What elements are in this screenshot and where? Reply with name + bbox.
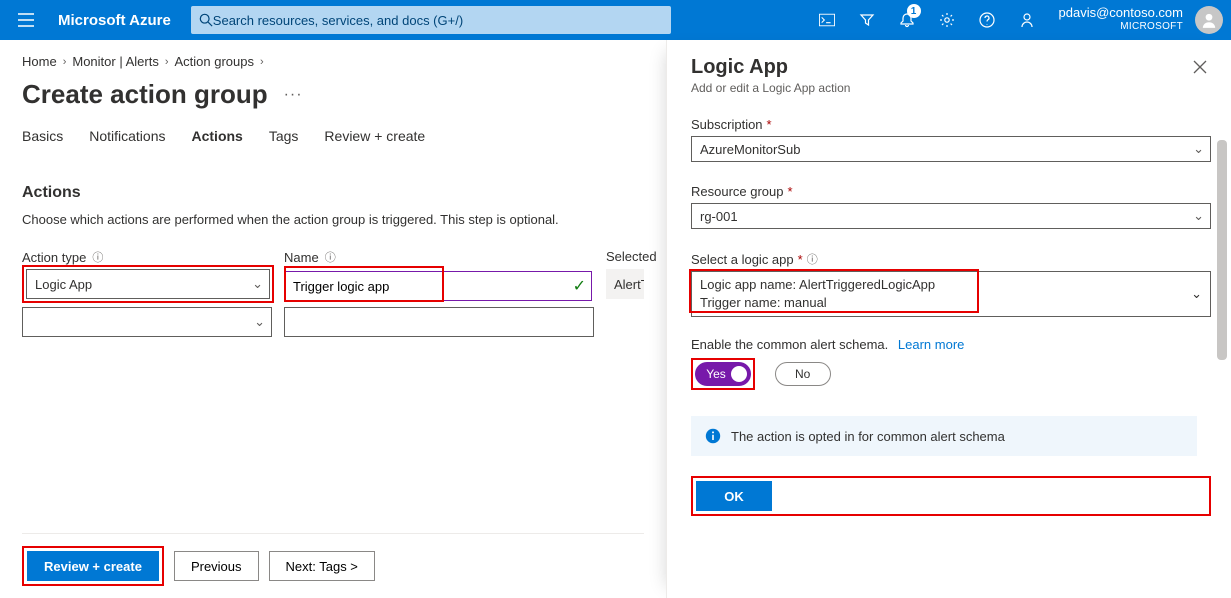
more-actions-icon[interactable]: ··· (284, 86, 303, 104)
close-icon[interactable] (1189, 56, 1211, 78)
tab-notifications[interactable]: Notifications (89, 128, 165, 148)
resource-group-label: Resource group (691, 184, 784, 199)
info-banner: The action is opted in for common alert … (691, 416, 1197, 456)
chevron-down-icon: ⌄ (1193, 141, 1204, 157)
action-name-input[interactable] (284, 271, 592, 301)
subscription-value: AzureMonitorSub (700, 142, 800, 157)
learn-more-link[interactable]: Learn more (898, 337, 964, 352)
chevron-right-icon: › (165, 56, 169, 68)
panel-scrollbar[interactable] (1217, 140, 1229, 588)
page-title: Create action group (22, 79, 268, 110)
actions-grid-header: Action type ⓘ Name ⓘ Selected (22, 249, 644, 265)
brand-label: Microsoft Azure (44, 12, 185, 29)
subscription-label: Subscription (691, 117, 763, 132)
user-email: pdavis@contoso.com (1059, 6, 1183, 20)
search-icon (199, 13, 213, 27)
column-header-selected: Selected (606, 249, 657, 264)
next-tags-button[interactable]: Next: Tags > (269, 551, 375, 581)
required-asterisk: * (788, 184, 793, 199)
logic-app-select[interactable]: Logic app name: AlertTriggeredLogicApp T… (691, 271, 1211, 317)
info-icon[interactable]: ⓘ (92, 249, 103, 265)
schema-toggle-no[interactable]: No (775, 362, 831, 386)
tab-tags[interactable]: Tags (269, 128, 299, 148)
info-icon[interactable]: ⓘ (325, 249, 336, 265)
cloud-shell-icon[interactable] (809, 0, 845, 40)
previous-button[interactable]: Previous (174, 551, 259, 581)
chevron-right-icon: › (260, 56, 264, 68)
resource-group-value: rg-001 (700, 209, 738, 224)
azure-topbar: Microsoft Azure 1 pdavis@conto (0, 0, 1231, 40)
panel-subtitle: Add or edit a Logic App action (691, 81, 850, 95)
feedback-icon[interactable] (1009, 0, 1045, 40)
check-icon: ✓ (573, 276, 586, 296)
toggle-no-label: No (795, 367, 810, 381)
tab-actions[interactable]: Actions (192, 128, 243, 148)
user-directory: MICROSOFT (1059, 20, 1183, 34)
tab-review-create[interactable]: Review + create (324, 128, 425, 148)
user-account-block[interactable]: pdavis@contoso.com MICROSOFT (1045, 6, 1191, 34)
action-type-select[interactable]: Logic App ⌄ (26, 269, 270, 299)
required-asterisk: * (767, 117, 772, 132)
column-header-name: Name (284, 250, 319, 265)
info-icon (705, 428, 721, 444)
section-heading-actions: Actions (22, 184, 644, 202)
action-name-input-empty[interactable] (284, 307, 594, 337)
section-description: Choose which actions are performed when … (22, 212, 644, 227)
chevron-down-icon: ⌄ (254, 314, 265, 330)
resource-group-select[interactable]: rg-001 ⌄ (691, 203, 1211, 229)
chevron-down-icon: ⌄ (252, 276, 263, 292)
global-search[interactable] (191, 6, 671, 34)
logic-app-name-line: Logic app name: AlertTriggeredLogicApp (700, 276, 1202, 294)
schema-toggle-yes[interactable]: Yes (695, 362, 751, 386)
subscription-select[interactable]: AzureMonitorSub ⌄ (691, 136, 1211, 162)
toggle-yes-label: Yes (706, 367, 740, 381)
notifications-icon[interactable]: 1 (889, 0, 925, 40)
chevron-down-icon: ⌄ (1191, 285, 1202, 303)
logic-app-trigger-line: Trigger name: manual (700, 294, 1202, 312)
main-content: Home › Monitor | Alerts › Action groups … (0, 40, 666, 598)
chevron-down-icon: ⌄ (1193, 208, 1204, 224)
common-alert-schema-label: Enable the common alert schema. (691, 337, 888, 352)
column-header-action-type: Action type (22, 250, 86, 265)
action-row-empty: ⌄ (22, 307, 644, 337)
panel-title: Logic App (691, 56, 850, 79)
breadcrumb: Home › Monitor | Alerts › Action groups … (22, 54, 644, 69)
info-icon[interactable]: ⓘ (807, 251, 818, 267)
avatar[interactable] (1195, 6, 1223, 34)
breadcrumb-action-groups[interactable]: Action groups (175, 54, 255, 69)
select-logic-app-label: Select a logic app (691, 252, 794, 267)
help-icon[interactable] (969, 0, 1005, 40)
hamburger-menu-icon[interactable] (8, 13, 44, 27)
ok-button[interactable]: OK (696, 481, 772, 511)
filter-icon[interactable] (849, 0, 885, 40)
breadcrumb-monitor-alerts[interactable]: Monitor | Alerts (72, 54, 158, 69)
wizard-footer: Review + create Previous Next: Tags > (22, 533, 644, 598)
settings-gear-icon[interactable] (929, 0, 965, 40)
info-banner-text: The action is opted in for common alert … (731, 429, 1005, 444)
breadcrumb-home[interactable]: Home (22, 54, 57, 69)
action-type-value: Logic App (35, 277, 92, 292)
search-input[interactable] (213, 13, 663, 28)
logic-app-panel: Logic App Add or edit a Logic App action… (666, 40, 1231, 598)
required-asterisk: * (798, 252, 803, 267)
action-row: Logic App ⌄ ✓ AlertTriggeredLogicApp (22, 269, 644, 303)
action-type-select-empty[interactable]: ⌄ (22, 307, 272, 337)
topbar-utility-icons: 1 (809, 0, 1045, 40)
chevron-right-icon: › (63, 56, 67, 68)
selected-action-cell[interactable]: AlertTriggeredLogicApp (606, 269, 644, 299)
review-create-button[interactable]: Review + create (27, 551, 159, 581)
notifications-badge: 1 (907, 4, 921, 18)
wizard-tabs: Basics Notifications Actions Tags Review… (22, 128, 644, 148)
scrollbar-thumb[interactable] (1217, 140, 1227, 360)
tab-basics[interactable]: Basics (22, 128, 63, 148)
